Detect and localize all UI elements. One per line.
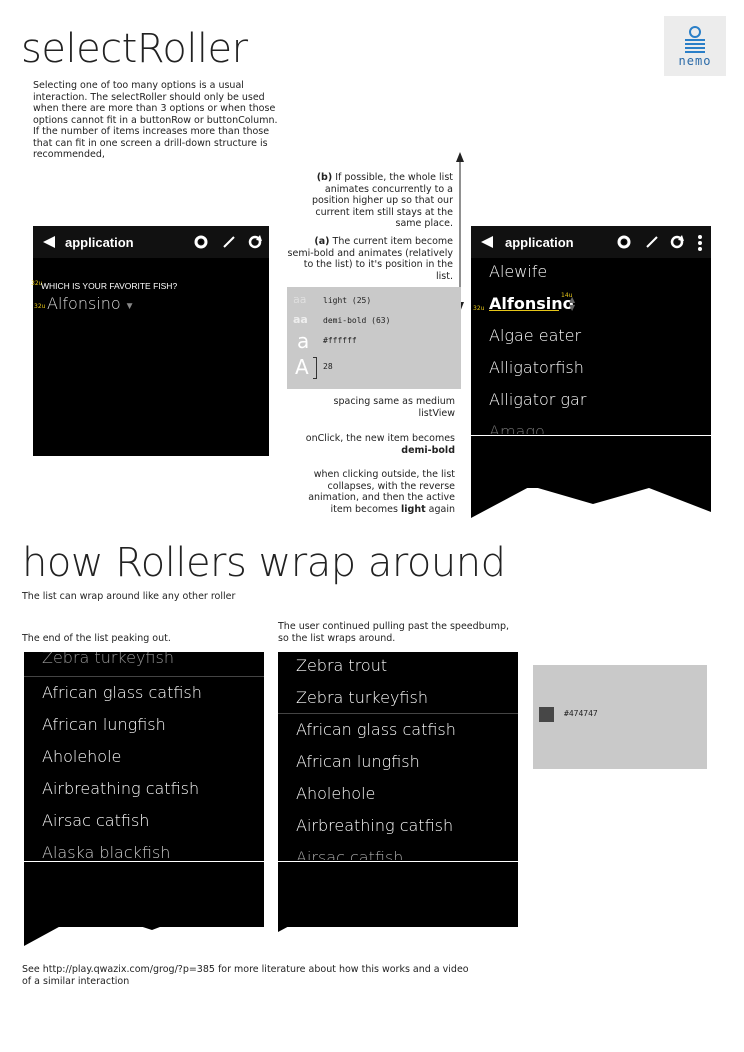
note-a-text: The current item become semi-bold and an…: [287, 236, 453, 282]
page-title: selectRoller: [21, 26, 248, 72]
spec-light-sample: aa: [293, 293, 306, 306]
list-item[interactable]: Zebra turkeyfish: [296, 688, 428, 707]
list-item[interactable]: Alligatorfish: [489, 358, 584, 377]
typography-spec: aa light (25) aa demi-bold (63) a #fffff…: [287, 287, 461, 389]
list-item[interactable]: African glass catfish: [296, 720, 456, 739]
list-item[interactable]: African lungfish: [42, 715, 166, 734]
divider: [471, 435, 711, 436]
section-subtitle: The list can wrap around like any other …: [22, 591, 236, 602]
refresh-icon[interactable]: [247, 234, 263, 250]
note-outside: when clicking outside, the list collapse…: [290, 469, 455, 515]
wrap-phone-mid-torn-edge: [278, 890, 518, 932]
dropdown-triangle-icon: ▼: [124, 301, 135, 312]
list-item[interactable]: Algae eater: [489, 326, 581, 345]
list-item[interactable]: Aholehole: [42, 747, 121, 766]
roller-arrows-icon: ▲ ▼: [569, 295, 576, 312]
section-title: how Rollers wrap around: [22, 540, 506, 586]
selected-value: Alfonsino: [47, 294, 121, 313]
refresh-icon[interactable]: [669, 234, 685, 250]
left-phone-torn-edge: [33, 420, 269, 456]
note-onclick: onClick, the new item becomes demi-bold: [290, 433, 455, 456]
gear-icon[interactable]: [616, 234, 632, 250]
baseline-guide: [489, 310, 559, 311]
roller-list[interactable]: Zebra trout Zebra turkeyfish African gla…: [278, 652, 518, 860]
note-outside-end: again: [428, 503, 455, 515]
list-item[interactable]: Zebra trout: [296, 656, 387, 675]
gear-icon[interactable]: [193, 234, 209, 250]
spec-size: 28: [323, 362, 333, 371]
spec-demibold-sample: aa: [293, 313, 308, 326]
note-outside-bold: light: [401, 503, 426, 515]
list-end-divider: [24, 676, 264, 677]
note-a-label: (a): [314, 236, 330, 247]
caption-mid: The user continued pulling past the spee…: [278, 621, 510, 644]
color-hex: #474747: [564, 709, 598, 718]
footer-note: See http://play.qwazix.com/grog/?p=385 f…: [22, 964, 469, 987]
roller-list[interactable]: Zebra turkeyfish African glass catfish A…: [24, 652, 264, 860]
app-title: application: [505, 235, 574, 250]
roller-list[interactable]: Alewife Alfonsino Algae eater Alligatorf…: [471, 258, 711, 434]
spec-size-sample: A: [295, 355, 309, 379]
list-item[interactable]: Airbreathing catfish: [42, 779, 199, 798]
list-item[interactable]: Amago: [489, 422, 545, 434]
spec-color-sample: a: [297, 329, 310, 353]
list-item[interactable]: Airsac catfish: [296, 848, 403, 860]
list-item[interactable]: African lungfish: [296, 752, 420, 771]
light-sample-text: aa: [293, 293, 307, 306]
spec-color: #ffffff: [323, 336, 357, 345]
pencil-icon[interactable]: [222, 235, 236, 249]
divider: [24, 861, 264, 862]
list-item[interactable]: Zebra turkeyfish: [42, 652, 174, 667]
color-swatch: [539, 707, 554, 722]
note-b-text: If possible, the whole list animates con…: [311, 172, 453, 229]
pencil-icon[interactable]: [645, 235, 659, 249]
note-onclick-text: onClick, the new item becomes: [305, 433, 455, 444]
logo-text: nemo: [678, 54, 712, 68]
margin-label-2: 32u: [34, 303, 46, 310]
back-arrow-icon[interactable]: [43, 236, 55, 248]
list-item[interactable]: Airbreathing catfish: [296, 816, 453, 835]
size-bracket: [313, 357, 317, 379]
list-item[interactable]: Airsac catfish: [42, 811, 149, 830]
margin-label: 32u: [473, 305, 485, 312]
note-a: (a) The current item become semi-bold an…: [287, 236, 453, 282]
list-item[interactable]: African glass catfish: [42, 683, 202, 702]
color-swatch-card: #474747: [533, 665, 707, 769]
back-arrow-icon[interactable]: [481, 236, 493, 248]
app-title: application: [65, 235, 134, 250]
spec-demibold: demi-bold (63): [323, 316, 391, 325]
list-end-divider: [278, 713, 518, 714]
divider: [278, 861, 518, 862]
spec-light: light (25): [323, 296, 372, 305]
list-item[interactable]: Alaska blackfish: [42, 843, 170, 860]
right-phone-torn-edge: [471, 480, 711, 518]
nemo-logo: nemo: [664, 16, 726, 76]
select-roller[interactable]: Alfonsino ▼: [47, 294, 135, 313]
caption-left: The end of the list peaking out.: [22, 633, 171, 644]
overflow-menu-icon[interactable]: [697, 234, 703, 252]
list-item[interactable]: Alligator gar: [489, 390, 586, 409]
note-b-label: (b): [316, 172, 333, 183]
right-phone: application Alewife Alfonsino Algae eate…: [471, 226, 711, 488]
intro-text: Selecting one of too many options is a u…: [33, 80, 278, 160]
list-item[interactable]: Aholehole: [296, 784, 375, 803]
wrap-phone-left: Zebra turkeyfish African glass catfish A…: [24, 652, 264, 927]
wrap-phone-mid: Zebra trout Zebra turkeyfish African gla…: [278, 652, 518, 927]
question-label: WHICH IS YOUR FAVORITE FISH?: [41, 281, 178, 291]
note-spacing: spacing same as medium listView: [333, 396, 455, 419]
note-onclick-bold: demi-bold: [401, 444, 455, 456]
wrap-phone-left-torn-edge: [24, 908, 264, 946]
note-b: (b) If possible, the whole list animates…: [287, 172, 453, 230]
list-item[interactable]: Alewife: [489, 262, 547, 281]
